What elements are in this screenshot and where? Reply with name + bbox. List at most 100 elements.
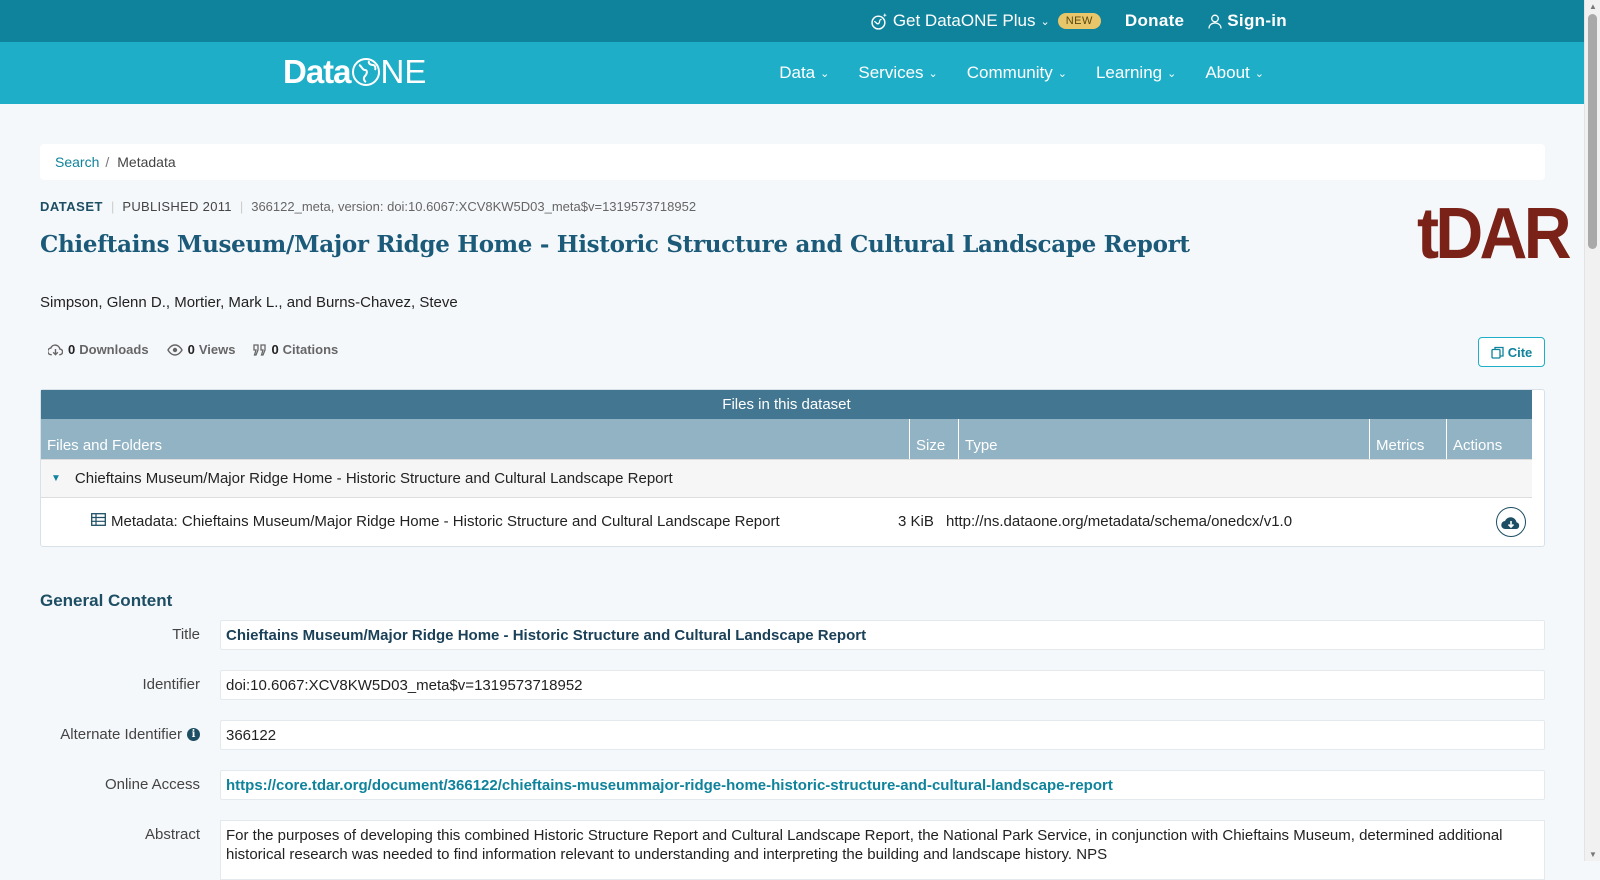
folder-name: Chieftains Museum/Major Ridge Home - His… (74, 470, 673, 487)
nav-menu: Data ⌄ Services ⌄ Community ⌄ Learning ⌄ Abo… (750, 42, 1264, 104)
dataone-logo[interactable]: Data NE (283, 52, 426, 92)
scroll-down-arrow-icon[interactable]: ▼ (1588, 850, 1598, 859)
divider: | (110, 199, 115, 214)
title-label-text: Title (172, 626, 200, 643)
cite-button[interactable]: Cite (1478, 337, 1545, 367)
views-metric: 0 Views (166, 342, 236, 357)
general-content-heading: General Content (40, 591, 173, 610)
chevron-down-icon: ⌄ (1167, 67, 1177, 80)
table-file-icon (91, 513, 106, 530)
title-label: Title (172, 626, 200, 643)
dataset-meta-line: DATASET | PUBLISHED 2011 | 366122_meta, … (40, 199, 696, 214)
caret-down-icon[interactable]: ▼ (51, 473, 61, 484)
identifier-value: doi:10.6067:XCV8KW5D03_meta$v=1319573718… (220, 670, 1545, 700)
views-label: Views (198, 342, 236, 357)
abstract-label-text: Abstract (144, 826, 200, 843)
scroll-thumb[interactable] (1588, 14, 1597, 249)
nav-community-label: Community (966, 63, 1053, 82)
folder-row[interactable]: ▼ Chieftains Museum/Major Ridge Home - H… (41, 459, 1532, 498)
alternate-identifier-label-text: Alternate Identifier (60, 726, 182, 743)
views-count: 0 (187, 342, 195, 357)
title-value: Chieftains Museum/Major Ridge Home - His… (220, 620, 1545, 650)
identifier-label: Identifier (142, 676, 200, 693)
sign-in-link[interactable]: Sign-in (1208, 11, 1287, 31)
nav-services[interactable]: Services ⌄ (858, 63, 937, 83)
globe-sparkle-icon (871, 12, 887, 30)
citations-metric: 0 Citations (253, 342, 338, 357)
donate-link[interactable]: Donate (1125, 11, 1184, 31)
dataset-version-id: 366122_meta, version: doi:10.6067:XCV8KW… (251, 199, 697, 214)
nav-about-label: About (1205, 63, 1250, 82)
column-actions[interactable]: Actions (1447, 419, 1532, 459)
dataset-authors: Simpson, Glenn D., Mortier, Mark L., and… (40, 294, 458, 311)
nav-learning-label: Learning (1095, 63, 1163, 82)
breadcrumb-separator: / (105, 154, 110, 170)
cloud-download-icon (48, 344, 63, 356)
cite-button-label: Cite (1507, 344, 1533, 360)
main-navigation: Data NE Data ⌄ Services ⌄ Community ⌄ Learn… (0, 42, 1584, 104)
column-size[interactable]: Size (910, 419, 959, 459)
globe-icon (351, 58, 380, 86)
downloads-count: 0 (68, 342, 76, 357)
cloud-download-icon (1501, 516, 1520, 529)
file-size: 3 KiB (898, 513, 934, 530)
dataset-metrics: 0 Downloads 0 Views 0 Citations (48, 342, 356, 357)
alternate-identifier-value: 366122 (220, 720, 1545, 750)
new-badge: NEW (1057, 13, 1101, 29)
get-dataone-plus-label: Get DataONE Plus (892, 11, 1036, 30)
page-scrollbar[interactable]: ▲ ▼ (1584, 0, 1600, 861)
scroll-up-arrow-icon[interactable]: ▲ (1588, 2, 1598, 11)
online-access-link[interactable]: https://core.tdar.org/document/366122/ch… (220, 770, 1545, 800)
download-button[interactable] (1496, 507, 1526, 537)
file-row: Metadata: Chieftains Museum/Major Ridge … (41, 498, 1532, 546)
user-icon (1208, 14, 1222, 29)
nav-data-label: Data (779, 63, 816, 82)
identifier-label-text: Identifier (142, 676, 200, 693)
breadcrumb: Search / Metadata (40, 144, 1545, 180)
logo-text-data: Data (283, 53, 352, 90)
abstract-value: For the purposes of developing this comb… (220, 820, 1545, 880)
chevron-down-icon: ⌄ (1057, 67, 1067, 80)
logo-one: NE (351, 53, 427, 91)
divider: | (239, 199, 244, 214)
abstract-label: Abstract (145, 826, 200, 843)
logo-text-ne: NE (380, 53, 427, 90)
sign-in-label: Sign-in (1227, 11, 1287, 30)
nav-services-label: Services (858, 63, 924, 82)
repository-logo[interactable]: tDAR (1417, 198, 1572, 270)
files-table-columns: Files and Folders Size Type Metrics Acti… (41, 419, 1532, 459)
downloads-label: Downloads (79, 342, 149, 357)
copy-icon (1491, 346, 1504, 359)
file-name[interactable]: Metadata: Chieftains Museum/Major Ridge … (111, 513, 780, 530)
nav-data[interactable]: Data ⌄ (779, 63, 829, 83)
chevron-down-icon: ⌄ (928, 67, 938, 80)
citations-label: Citations (282, 342, 339, 357)
files-table-header: Files in this dataset (41, 390, 1532, 419)
online-access-label-text: Online Access (104, 776, 200, 793)
nav-learning[interactable]: Learning ⌄ (1096, 63, 1176, 83)
column-type[interactable]: Type (959, 419, 1370, 459)
alternate-identifier-label: Alternate Identifier i (60, 726, 200, 743)
published-label: PUBLISHED 2011 (122, 199, 232, 214)
online-access-label: Online Access (105, 776, 200, 793)
eye-icon (166, 343, 183, 356)
nav-community[interactable]: Community ⌄ (967, 63, 1067, 83)
breadcrumb-current: Metadata (117, 154, 176, 170)
chevron-down-icon: ⌄ (1254, 67, 1264, 80)
quote-icon (253, 343, 267, 356)
nav-about[interactable]: About ⌄ (1205, 63, 1264, 83)
column-metrics[interactable]: Metrics (1370, 419, 1447, 459)
files-table: Files in this dataset Files and Folders … (40, 389, 1545, 547)
get-dataone-plus-link[interactable]: Get DataONE Plus ⌄ NEW (871, 11, 1101, 31)
column-files-and-folders[interactable]: Files and Folders (41, 419, 910, 459)
info-icon[interactable]: i (187, 728, 200, 741)
dataset-type-label: DATASET (40, 199, 103, 214)
chevron-down-icon: ⌄ (820, 67, 830, 80)
chevron-down-icon: ⌄ (1040, 15, 1050, 28)
breadcrumb-search-link[interactable]: Search (55, 154, 99, 170)
file-type: http://ns.dataone.org/metadata/schema/on… (946, 513, 1293, 530)
citations-count: 0 (271, 342, 279, 357)
page-title: Chieftains Museum/Major Ridge Home - His… (40, 231, 1190, 258)
top-utility-bar: Get DataONE Plus ⌄ NEW Donate Sign-in (0, 0, 1584, 42)
downloads-metric: 0 Downloads (48, 342, 149, 357)
